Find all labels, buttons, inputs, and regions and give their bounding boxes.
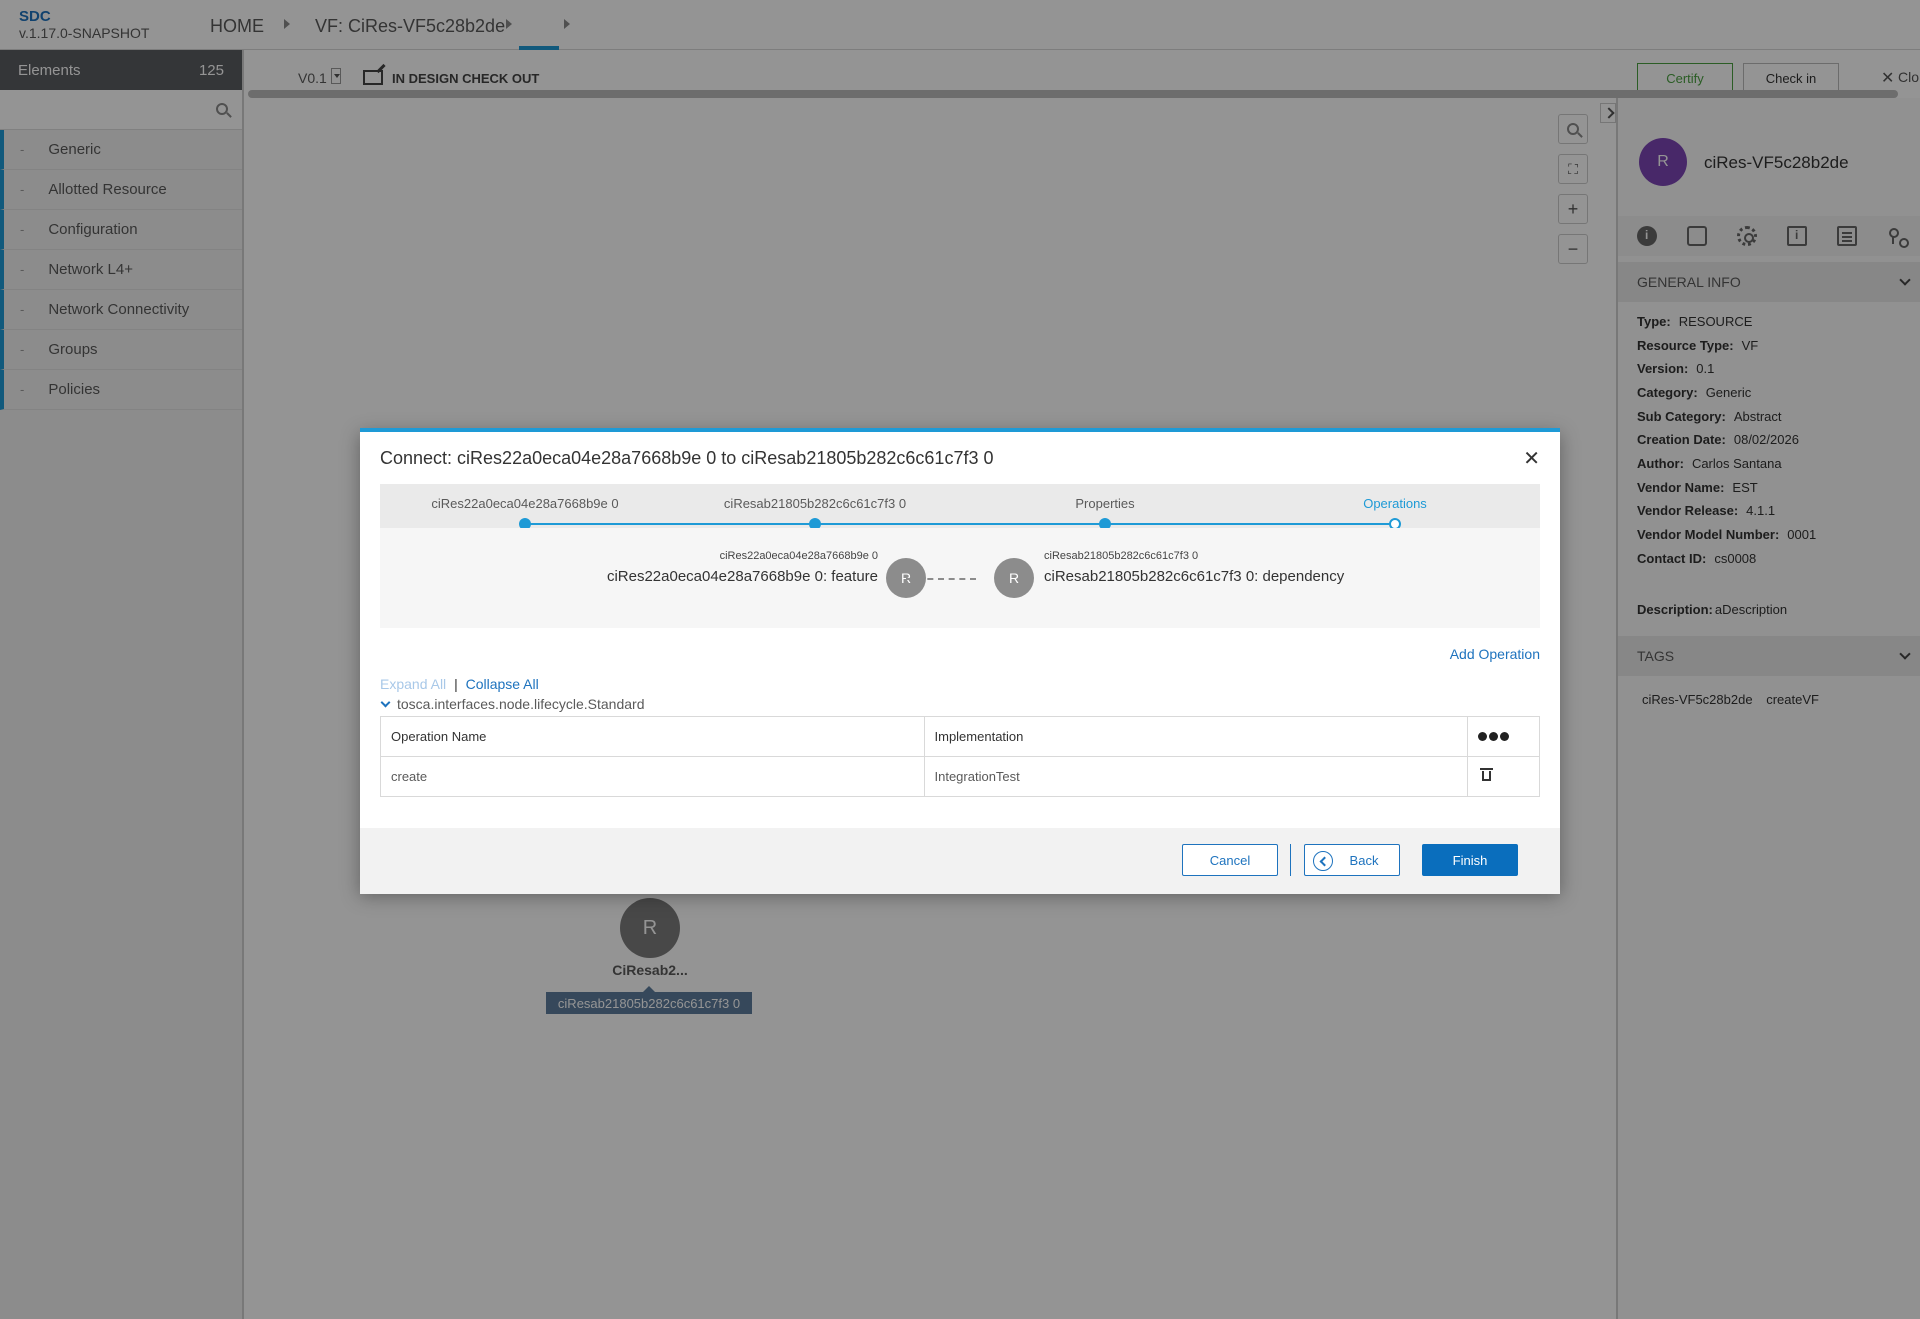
target-capability: ciResab21805b282c6c61c7f3 0: dependency bbox=[1044, 568, 1345, 585]
wizard-step-label: ciRes22a0eca04e28a7668b9e 0 bbox=[431, 496, 619, 511]
table-row[interactable]: create IntegrationTest bbox=[380, 756, 1540, 797]
actions-cell bbox=[1467, 756, 1540, 797]
interface-name: tosca.interfaces.node.lifecycle.Standard bbox=[397, 696, 645, 712]
finish-button[interactable]: Finish bbox=[1422, 844, 1518, 876]
table-header-row: Operation Name Implementation bbox=[380, 716, 1540, 757]
cancel-button[interactable]: Cancel bbox=[1182, 844, 1278, 876]
dialog-title: Connect: ciRes22a0eca04e28a7668b9e 0 to … bbox=[380, 448, 994, 468]
chevron-down-icon[interactable] bbox=[380, 697, 391, 708]
dialog-footer: Cancel Back Finish bbox=[360, 828, 1560, 894]
wizard-steps: ciRes22a0eca04e28a7668b9e 0 ciResab21805… bbox=[380, 484, 1540, 530]
expand-collapse-controls: Expand All | Collapse All bbox=[380, 676, 539, 692]
column-actions bbox=[1467, 716, 1540, 757]
operations-table: Operation Name Implementation create Int… bbox=[380, 716, 1540, 797]
operation-name-cell[interactable]: create bbox=[380, 756, 925, 797]
wizard-step-label: Operations bbox=[1363, 496, 1427, 511]
wizard-step-label: ciResab21805b282c6c61c7f3 0 bbox=[723, 496, 907, 511]
wizard-step-label: Properties bbox=[1075, 496, 1135, 511]
connection-summary: ciRes22a0eca04e28a7668b9e 0 ciRes22a0eca… bbox=[380, 528, 1540, 628]
separator: | bbox=[454, 676, 458, 692]
trash-icon[interactable] bbox=[1480, 768, 1494, 781]
implementation-cell[interactable]: IntegrationTest bbox=[923, 756, 1469, 797]
collapse-all-link[interactable]: Collapse All bbox=[466, 676, 539, 692]
column-operation-name: Operation Name bbox=[380, 716, 925, 757]
close-icon[interactable]: ✕ bbox=[1523, 446, 1540, 471]
back-arrow-icon bbox=[1313, 851, 1333, 871]
target-node-name: ciResab21805b282c6c61c7f3 0 bbox=[1044, 550, 1199, 562]
source-node-name: ciRes22a0eca04e28a7668b9e 0 bbox=[719, 550, 878, 562]
interface-group-header[interactable]: tosca.interfaces.node.lifecycle.Standard bbox=[380, 696, 644, 712]
connection-line bbox=[906, 578, 976, 580]
add-operation-link[interactable]: Add Operation bbox=[1450, 646, 1540, 662]
expand-all-link[interactable]: Expand All bbox=[380, 676, 446, 692]
footer-divider bbox=[1290, 844, 1291, 876]
back-button-label: Back bbox=[1349, 852, 1379, 868]
column-implementation: Implementation bbox=[923, 716, 1469, 757]
source-requirement: ciRes22a0eca04e28a7668b9e 0: feature bbox=[606, 568, 878, 585]
target-node: R bbox=[994, 558, 1034, 598]
connect-dialog: Connect: ciRes22a0eca04e28a7668b9e 0 to … bbox=[360, 428, 1560, 894]
back-button[interactable]: Back bbox=[1304, 844, 1400, 876]
wizard-progress-line bbox=[525, 523, 1395, 525]
more-options-icon[interactable] bbox=[1478, 729, 1511, 744]
